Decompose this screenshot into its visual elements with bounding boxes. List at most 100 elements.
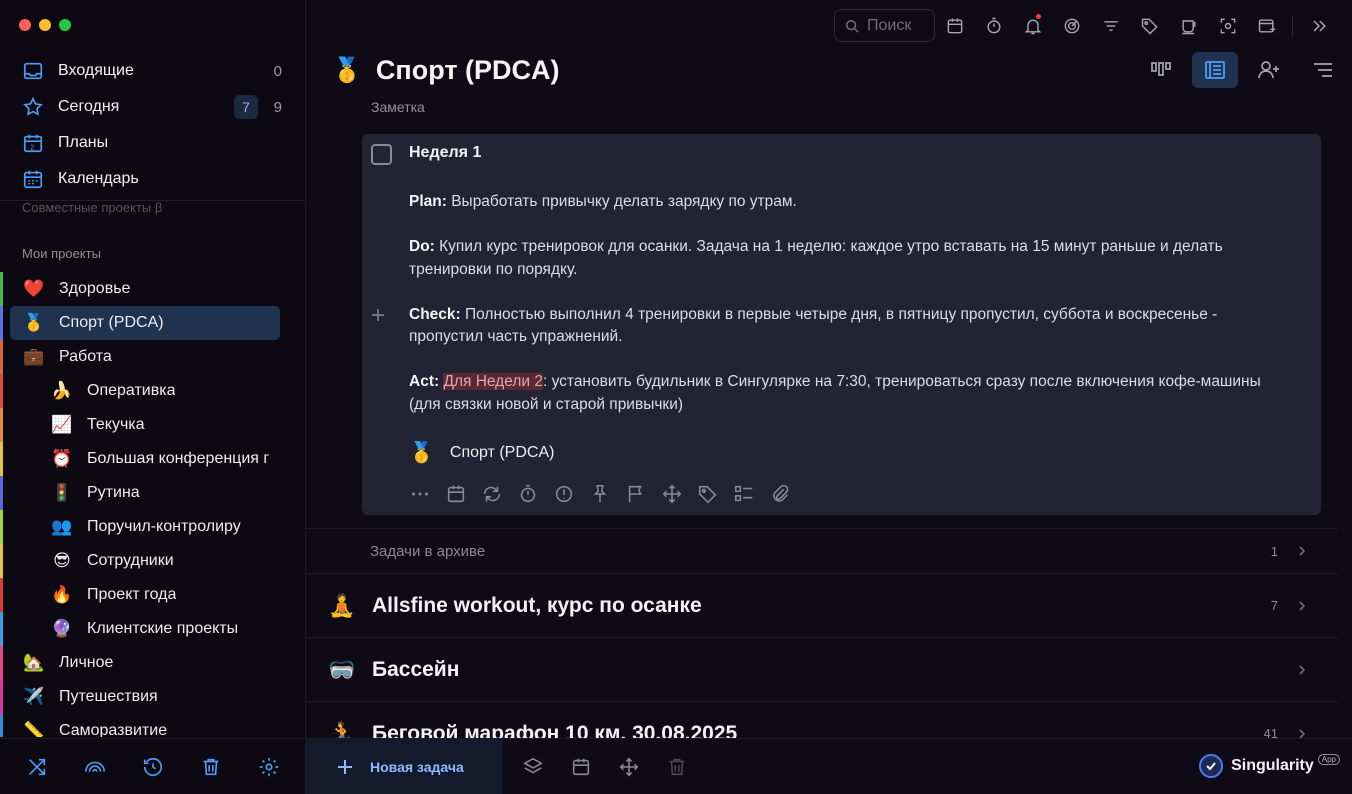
trash-icon[interactable] [200, 756, 222, 778]
project-item[interactable]: ⏰ Большая конференция г [0, 442, 306, 476]
checklist-icon[interactable] [733, 483, 755, 505]
project-item[interactable]: 📈 Текучка [0, 408, 306, 442]
new-task-button[interactable]: Новая задача [306, 739, 502, 794]
focus-button[interactable] [1052, 9, 1091, 42]
collapse-panel-button[interactable] [1299, 9, 1338, 42]
project-item[interactable]: 🔥 Проект года [0, 578, 306, 612]
brand-logo: Singularity App [1199, 753, 1340, 778]
share-button[interactable] [1246, 52, 1292, 88]
task-note[interactable]: Plan: Выработать привычку делать зарядку… [409, 191, 1269, 439]
stopwatch-icon[interactable] [517, 483, 539, 505]
search-input[interactable]: Поиск [834, 9, 935, 42]
calendar-icon[interactable] [570, 756, 592, 778]
toolbar-divider [1292, 14, 1293, 37]
pin-icon[interactable] [589, 483, 611, 505]
project-item[interactable]: 🏡 Личное [0, 646, 306, 680]
history-icon[interactable] [142, 756, 164, 778]
project-item[interactable]: 📏 Саморазвитие [0, 714, 306, 737]
task-card[interactable]: Неделя 1 + Plan: Выработать привычку дел… [362, 134, 1321, 515]
star-icon [23, 96, 43, 116]
shuffle-icon[interactable] [26, 756, 48, 778]
list-icon [1205, 61, 1225, 79]
move-icon[interactable] [618, 756, 640, 778]
notifications-button[interactable] [1013, 9, 1052, 42]
project-chip-label: Спорт (PDCA) [449, 443, 555, 461]
calendar-button[interactable] [935, 9, 974, 42]
project-color-bar [0, 578, 3, 612]
note-plan: Plan: Выработать привычку делать зарядку… [409, 191, 1269, 214]
project-item[interactable]: ✈️ Путешествия [0, 680, 306, 714]
repeat-icon[interactable] [481, 483, 503, 505]
list-view-button[interactable] [1192, 52, 1238, 88]
project-label: Работа [59, 348, 112, 365]
settings-icon[interactable] [258, 756, 280, 778]
nav-item-calendar[interactable]: Календарь [10, 161, 296, 197]
close-window-button[interactable] [19, 19, 31, 31]
task-checkbox[interactable] [371, 144, 392, 165]
plan-label: Plan: [409, 193, 447, 210]
cup-icon [1181, 19, 1196, 34]
minimize-window-button[interactable] [39, 19, 51, 31]
project-item[interactable]: 😎 Сотрудники [0, 544, 306, 578]
project-color-bar [0, 306, 3, 340]
calendar-icon[interactable] [445, 483, 467, 505]
project-item[interactable]: 🍌 Оперативка [0, 374, 306, 408]
priority-icon[interactable] [553, 483, 575, 505]
project-item[interactable]: ❤️ Здоровье [0, 272, 306, 306]
check-text: Полностью выполнил 4 тренировки в первые… [409, 305, 1218, 346]
airplane-icon: ✈️ [23, 687, 45, 706]
task-title[interactable]: Неделя 1 [409, 144, 481, 162]
project-label: Здоровье [59, 280, 131, 297]
project-color-bar [0, 612, 3, 646]
layers-icon[interactable] [522, 756, 544, 778]
page-title-text[interactable]: Спорт (PDCA) [376, 55, 560, 86]
flag-icon[interactable] [625, 483, 647, 505]
project-label: Личное [59, 654, 114, 671]
window-controls [19, 19, 71, 31]
screenshot-button[interactable] [1208, 9, 1247, 42]
task-project-chip[interactable]: 🥇 Спорт (PDCA) [409, 440, 554, 465]
zoom-window-button[interactable] [59, 19, 71, 31]
project-item[interactable]: 🚦 Рутина [0, 476, 306, 510]
nav-item-inbox[interactable]: Входящие 0 [10, 53, 296, 89]
double-chevron-right-icon [1312, 19, 1326, 32]
project-label: Рутина [87, 484, 140, 501]
nav-item-today[interactable]: Сегодня 7 9 [10, 89, 296, 125]
project-item-selected[interactable]: 🥇 Спорт (PDCA) [0, 306, 306, 340]
note-do: Do: Купил курс тренировок для осанки. За… [409, 236, 1269, 281]
new-window-button[interactable] [1247, 9, 1286, 42]
archived-tasks-row[interactable]: Задачи в архиве 1 [306, 528, 1338, 574]
project-item[interactable]: 🔮 Клиентские проекты [0, 612, 306, 646]
tags-button[interactable] [1130, 9, 1169, 42]
traffic-light-icon: 🚦 [51, 483, 73, 502]
shared-projects-label[interactable]: Совместные проекты β [22, 200, 162, 215]
sort-button[interactable] [1300, 52, 1346, 88]
project-item[interactable]: 💼 Работа [0, 340, 306, 374]
medal-icon: 🥇 [23, 313, 45, 332]
group-row[interactable]: 🧘 Allsfine workout, курс по осанке 7 [306, 574, 1338, 638]
trash-icon[interactable] [666, 756, 688, 778]
project-label: Текучка [87, 416, 145, 433]
rainbow-icon[interactable] [84, 756, 106, 778]
more-icon[interactable] [409, 483, 431, 505]
project-item[interactable]: 👥 Поручил-контролиру [0, 510, 306, 544]
project-color-bar [0, 680, 3, 714]
timer-button[interactable] [974, 9, 1013, 42]
check-label: Check: [409, 305, 461, 323]
notification-dot [1036, 14, 1041, 19]
attachment-icon[interactable] [769, 483, 791, 505]
add-subtask-icon[interactable]: + [371, 302, 385, 330]
filter-button[interactable] [1091, 9, 1130, 42]
page-subtitle[interactable]: Заметка [371, 99, 425, 115]
project-color-bar [0, 544, 3, 578]
nav-item-plans[interactable]: 2 Планы [10, 125, 296, 161]
board-view-button[interactable] [1138, 52, 1184, 88]
group-row[interactable]: 🥽 Бассейн [306, 638, 1338, 702]
chevron-right-icon [1299, 600, 1306, 611]
tag-icon[interactable] [697, 483, 719, 505]
target-icon [1064, 18, 1079, 33]
habits-button[interactable] [1169, 9, 1208, 42]
bulk-toolbar [522, 739, 688, 794]
move-icon[interactable] [661, 483, 683, 505]
plus-icon [338, 760, 352, 774]
